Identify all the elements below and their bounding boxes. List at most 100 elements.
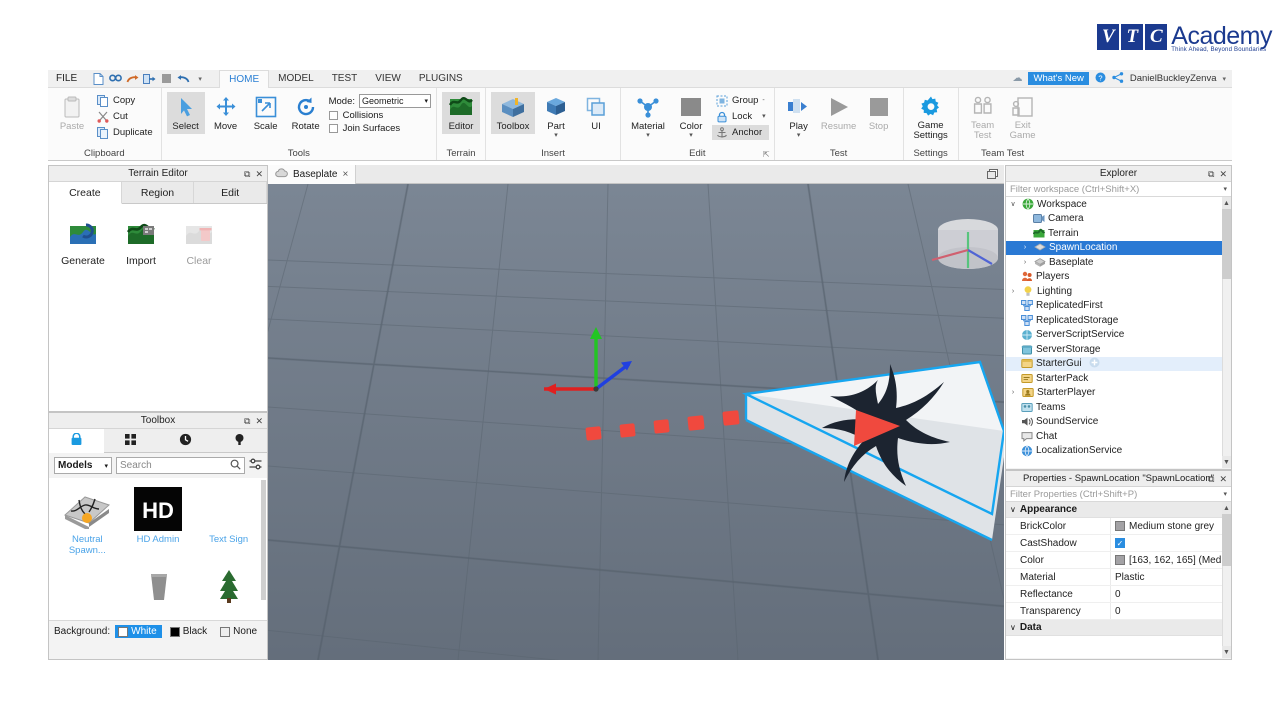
brickcolor-swatch[interactable] xyxy=(1115,521,1125,531)
property-row-castshadow[interactable]: CastShadow ✓ xyxy=(1006,535,1231,552)
ribbon-tab-model[interactable]: MODEL xyxy=(269,70,323,88)
property-value-cell[interactable]: 0 xyxy=(1110,586,1231,602)
explorer-scrollbar[interactable]: ▲ ▼ xyxy=(1222,197,1231,468)
collisions-checkbox[interactable] xyxy=(329,111,338,120)
copy-button[interactable]: Copy xyxy=(93,93,156,108)
play-button[interactable]: Play ▾ xyxy=(780,92,818,141)
scale-tool-button[interactable]: Scale xyxy=(247,92,285,134)
game-settings-button[interactable]: Game Settings xyxy=(909,92,953,143)
filter-icon[interactable] xyxy=(249,458,262,473)
new-file-icon[interactable] xyxy=(91,72,105,86)
background-option-none[interactable]: None xyxy=(217,625,262,638)
explorer-scroll-thumb[interactable] xyxy=(1222,209,1231,279)
tree-item-lighting[interactable]: › Lighting xyxy=(1006,284,1231,299)
toolbox-category-select[interactable]: Models ▾ xyxy=(54,457,112,474)
tree-item-terrain[interactable]: Terrain xyxy=(1006,226,1231,241)
color-caret-icon[interactable]: ▾ xyxy=(689,133,693,139)
properties-filter-input[interactable]: Filter Properties (Ctrl+Shift+P) ▾ xyxy=(1006,487,1231,502)
properties-scrollbar[interactable]: ▲ ▼ xyxy=(1222,502,1231,658)
tree-item-baseplate[interactable]: › Baseplate xyxy=(1006,255,1231,270)
stop-button[interactable]: Stop xyxy=(860,92,898,134)
tree-item-serverscriptservice[interactable]: ServerScriptService xyxy=(1006,328,1231,343)
toolbox-tab-recent[interactable] xyxy=(158,429,213,452)
terrain-clear-button[interactable]: Clear xyxy=(171,222,227,267)
background-option-black[interactable]: Black xyxy=(167,625,212,638)
paste-button[interactable]: Paste xyxy=(53,92,91,134)
expand-arrow-icon[interactable]: › xyxy=(1020,244,1030,251)
toolbox-button[interactable]: Toolbox xyxy=(491,92,535,134)
property-category-appearance[interactable]: ∨ Appearance xyxy=(1006,502,1231,518)
expand-arrow-icon[interactable]: › xyxy=(1020,259,1030,266)
scroll-up-icon[interactable]: ▲ xyxy=(1222,502,1231,514)
collapse-arrow-icon[interactable]: ∨ xyxy=(1010,623,1016,632)
explorer-filter-input[interactable]: Filter workspace (Ctrl+Shift+X) ▾ xyxy=(1006,182,1231,197)
tree-item-camera[interactable]: Camera xyxy=(1006,212,1231,227)
chevron-down-icon[interactable]: ▾ xyxy=(1223,185,1227,193)
toolbox-item[interactable] xyxy=(124,561,193,614)
toolbox-tab-creations[interactable] xyxy=(213,429,268,452)
maximize-viewport-icon[interactable] xyxy=(984,166,1001,182)
join-surfaces-row[interactable]: Join Surfaces xyxy=(327,121,431,134)
property-row-brickcolor[interactable]: BrickColor Medium stone grey xyxy=(1006,518,1231,535)
move-tool-button[interactable]: Move xyxy=(207,92,245,134)
ribbon-tab-view[interactable]: VIEW xyxy=(366,70,410,88)
tree-item-players[interactable]: Players xyxy=(1006,270,1231,285)
collapse-arrow-icon[interactable]: ∨ xyxy=(1010,505,1016,514)
close-icon[interactable]: ✕ xyxy=(1219,474,1227,485)
tree-item-starterplayer[interactable]: › StarterPlayer xyxy=(1006,386,1231,401)
close-icon[interactable]: ✕ xyxy=(255,416,263,427)
tree-item-starterpack[interactable]: StarterPack xyxy=(1006,371,1231,386)
property-row-material[interactable]: Material Plastic xyxy=(1006,569,1231,586)
rotate-tool-button[interactable]: Rotate xyxy=(287,92,325,134)
ui-button[interactable]: UI xyxy=(577,92,615,134)
undock-icon[interactable]: ⧉ xyxy=(244,416,250,427)
toolbox-tab-marketplace[interactable] xyxy=(49,429,104,453)
close-icon[interactable]: ✕ xyxy=(1219,169,1227,180)
explorer-tree[interactable]: ∨ Workspace Camera Terrain › xyxy=(1006,197,1231,468)
castshadow-checkbox[interactable]: ✓ xyxy=(1115,538,1125,548)
cloud-sync-icon[interactable]: ☁ xyxy=(1012,73,1022,84)
tree-item-workspace[interactable]: ∨ Workspace xyxy=(1006,197,1231,212)
lock-button[interactable]: Lock ▾ xyxy=(712,109,769,124)
property-value-cell[interactable]: ✓ xyxy=(1110,535,1231,551)
color-swatch[interactable] xyxy=(1115,555,1125,565)
publish-icon[interactable] xyxy=(142,72,156,86)
material-caret-icon[interactable]: ▾ xyxy=(646,133,650,139)
property-value-cell[interactable]: Medium stone grey xyxy=(1110,518,1231,534)
anchor-button[interactable]: Anchor xyxy=(712,125,769,140)
group-button[interactable]: Group - xyxy=(712,93,769,108)
collisions-row[interactable]: Collisions xyxy=(327,108,431,121)
property-value-cell[interactable]: [163, 162, 165] (Med... xyxy=(1110,552,1231,568)
part-button[interactable]: Part ▾ xyxy=(537,92,575,141)
find-icon[interactable] xyxy=(108,72,122,86)
property-row-reflectance[interactable]: Reflectance 0 xyxy=(1006,586,1231,603)
toolbox-scrollbar[interactable] xyxy=(261,480,266,600)
mode-select[interactable]: Geometric ▾ xyxy=(359,94,431,108)
ribbon-tab-plugins[interactable]: PLUGINS xyxy=(410,70,472,88)
play-caret-icon[interactable]: ▾ xyxy=(797,133,801,139)
scroll-down-icon[interactable]: ▼ xyxy=(1222,456,1231,468)
lock-caret-icon[interactable]: ▾ xyxy=(762,114,766,120)
color-button[interactable]: Color ▾ xyxy=(672,92,710,141)
property-value-cell[interactable]: 0 xyxy=(1110,603,1231,619)
toolbox-item[interactable] xyxy=(194,561,263,614)
ribbon-tab-test[interactable]: TEST xyxy=(323,70,367,88)
toolbox-search-input[interactable]: Search xyxy=(116,457,245,474)
close-icon[interactable]: × xyxy=(342,169,348,180)
expand-arrow-icon[interactable]: › xyxy=(1008,288,1018,295)
scroll-down-icon[interactable]: ▼ xyxy=(1222,646,1231,658)
account-name[interactable]: DanielBuckleyZenva xyxy=(1130,73,1217,84)
join-surfaces-checkbox[interactable] xyxy=(329,124,338,133)
close-icon[interactable]: ✕ xyxy=(255,169,263,180)
file-menu-button[interactable]: FILE xyxy=(48,70,85,88)
toolbox-item[interactable] xyxy=(53,561,122,614)
property-row-color[interactable]: Color [163, 162, 165] (Med... xyxy=(1006,552,1231,569)
tree-item-spawnlocation[interactable]: › SpawnLocation xyxy=(1006,241,1231,256)
whats-new-button[interactable]: What's New xyxy=(1028,72,1088,85)
duplicate-button[interactable]: Duplicate xyxy=(93,125,156,140)
customize-qat-icon[interactable]: ▾ xyxy=(193,72,207,86)
expand-arrow-icon[interactable]: ∨ xyxy=(1008,200,1018,208)
select-tool-button[interactable]: Select xyxy=(167,92,205,134)
tree-item-soundservice[interactable]: SoundService xyxy=(1006,415,1231,430)
undo-icon[interactable] xyxy=(176,72,190,86)
